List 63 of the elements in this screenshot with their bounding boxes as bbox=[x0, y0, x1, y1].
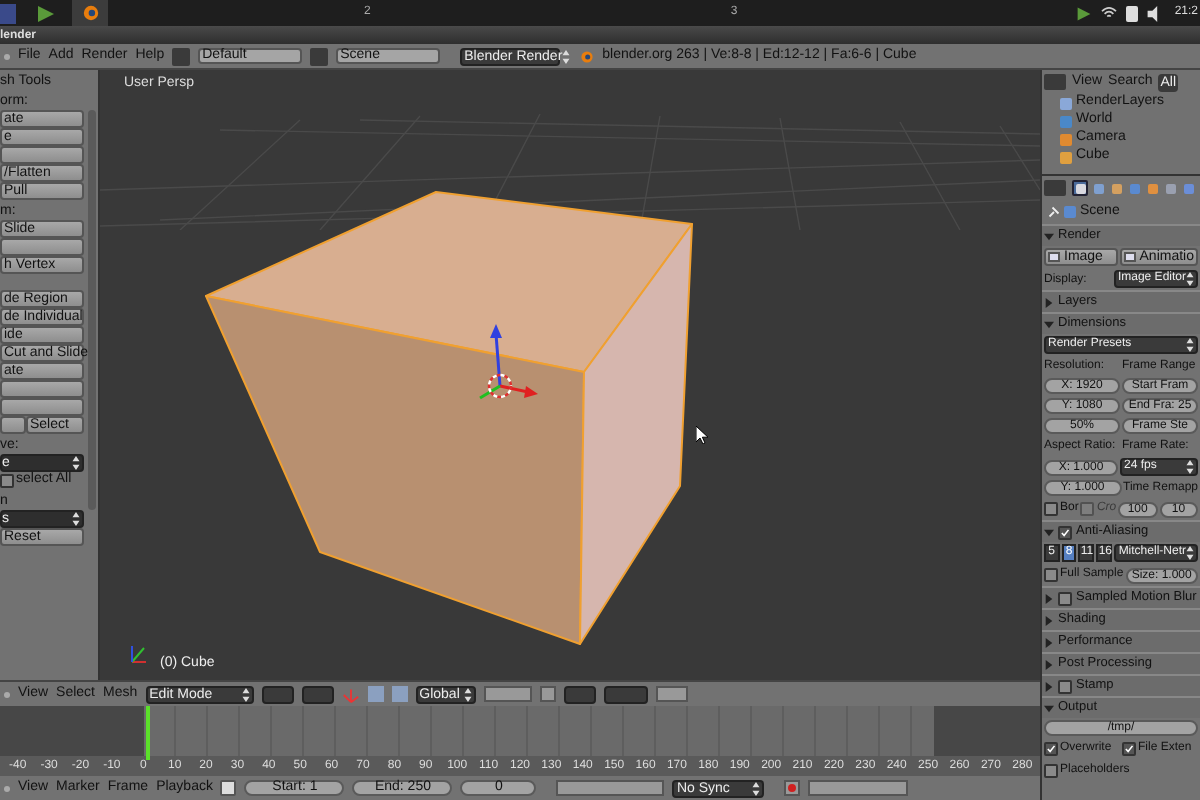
shading-dropdown[interactable] bbox=[261, 685, 294, 703]
select-mode-toggle[interactable] bbox=[483, 686, 532, 702]
keying-set-field[interactable] bbox=[808, 780, 909, 796]
collapsed-triangle-icon[interactable] bbox=[1044, 297, 1054, 307]
editor-type-icon[interactable] bbox=[4, 785, 10, 791]
up-down-arrows-icon bbox=[1186, 272, 1194, 286]
up-down-arrows-icon bbox=[241, 687, 250, 701]
collapsed-triangle-icon[interactable] bbox=[1044, 593, 1054, 603]
checkbox[interactable] bbox=[1044, 568, 1058, 582]
expanded-triangle-icon[interactable] bbox=[1044, 527, 1054, 537]
tool-button[interactable] bbox=[0, 380, 84, 398]
checkbox[interactable] bbox=[1122, 742, 1136, 756]
up-down-arrows-icon bbox=[1185, 546, 1194, 560]
checkbox[interactable] bbox=[1044, 742, 1058, 756]
collapsed-triangle-icon[interactable] bbox=[1044, 659, 1054, 669]
snap-element-dropdown[interactable] bbox=[603, 685, 648, 703]
app-icon bbox=[81, 4, 99, 22]
up-down-arrows-icon bbox=[752, 781, 761, 795]
app-logo-icon bbox=[580, 49, 595, 63]
pin-icon[interactable] bbox=[1048, 206, 1060, 218]
speaker-icon[interactable] bbox=[1146, 5, 1163, 21]
up-down-arrows-icon bbox=[1186, 460, 1194, 474]
opengl-render-icon[interactable] bbox=[655, 686, 688, 702]
up-down-arrows-icon bbox=[72, 456, 80, 470]
tool-button[interactable] bbox=[0, 146, 84, 164]
context-tab[interactable] bbox=[1072, 180, 1088, 196]
up-down-arrows-icon bbox=[1186, 338, 1194, 352]
preview-range-toggle[interactable] bbox=[220, 780, 237, 796]
cube-drawing[interactable] bbox=[204, 190, 696, 646]
panel-checkbox[interactable] bbox=[1058, 525, 1072, 539]
taskbar-item[interactable] bbox=[72, 0, 108, 26]
mouse-pointer-icon bbox=[696, 426, 708, 444]
collapsed-triangle-icon[interactable] bbox=[1044, 615, 1054, 625]
pivot-dropdown[interactable] bbox=[301, 685, 334, 703]
record-button[interactable] bbox=[784, 780, 801, 796]
tool-button[interactable] bbox=[0, 398, 84, 416]
expanded-triangle-icon[interactable] bbox=[1044, 319, 1054, 329]
checkbox[interactable] bbox=[1044, 502, 1058, 516]
up-down-arrows-icon bbox=[72, 512, 80, 526]
expanded-triangle-icon[interactable] bbox=[1044, 231, 1054, 241]
render-icon bbox=[1123, 252, 1136, 262]
occlude-toggle[interactable] bbox=[539, 686, 556, 702]
up-down-arrows-icon bbox=[562, 49, 571, 63]
tool-button[interactable] bbox=[0, 416, 26, 434]
scrollbar[interactable] bbox=[88, 110, 96, 510]
tool-button[interactable] bbox=[0, 238, 84, 256]
play-arrow-icon[interactable] bbox=[1076, 5, 1093, 21]
playhead[interactable] bbox=[145, 706, 150, 760]
editor-type-icon[interactable] bbox=[4, 691, 10, 697]
expanded-triangle-icon[interactable] bbox=[1044, 703, 1054, 713]
collapsed-triangle-icon[interactable] bbox=[1044, 637, 1054, 647]
play-arrow-icon[interactable] bbox=[36, 3, 56, 23]
render-icon bbox=[1048, 252, 1060, 262]
panel-checkbox[interactable] bbox=[1058, 679, 1072, 693]
wifi-icon[interactable] bbox=[1100, 6, 1119, 20]
panel-checkbox[interactable] bbox=[1058, 591, 1072, 605]
collapsed-triangle-icon[interactable] bbox=[1044, 681, 1054, 691]
editor-type-icon[interactable] bbox=[4, 53, 10, 59]
playback-controls[interactable] bbox=[556, 780, 665, 796]
checkbox[interactable] bbox=[0, 474, 14, 488]
proportional-dropdown[interactable] bbox=[563, 685, 596, 703]
up-down-arrows-icon bbox=[463, 687, 472, 701]
checkbox[interactable] bbox=[1044, 764, 1058, 778]
